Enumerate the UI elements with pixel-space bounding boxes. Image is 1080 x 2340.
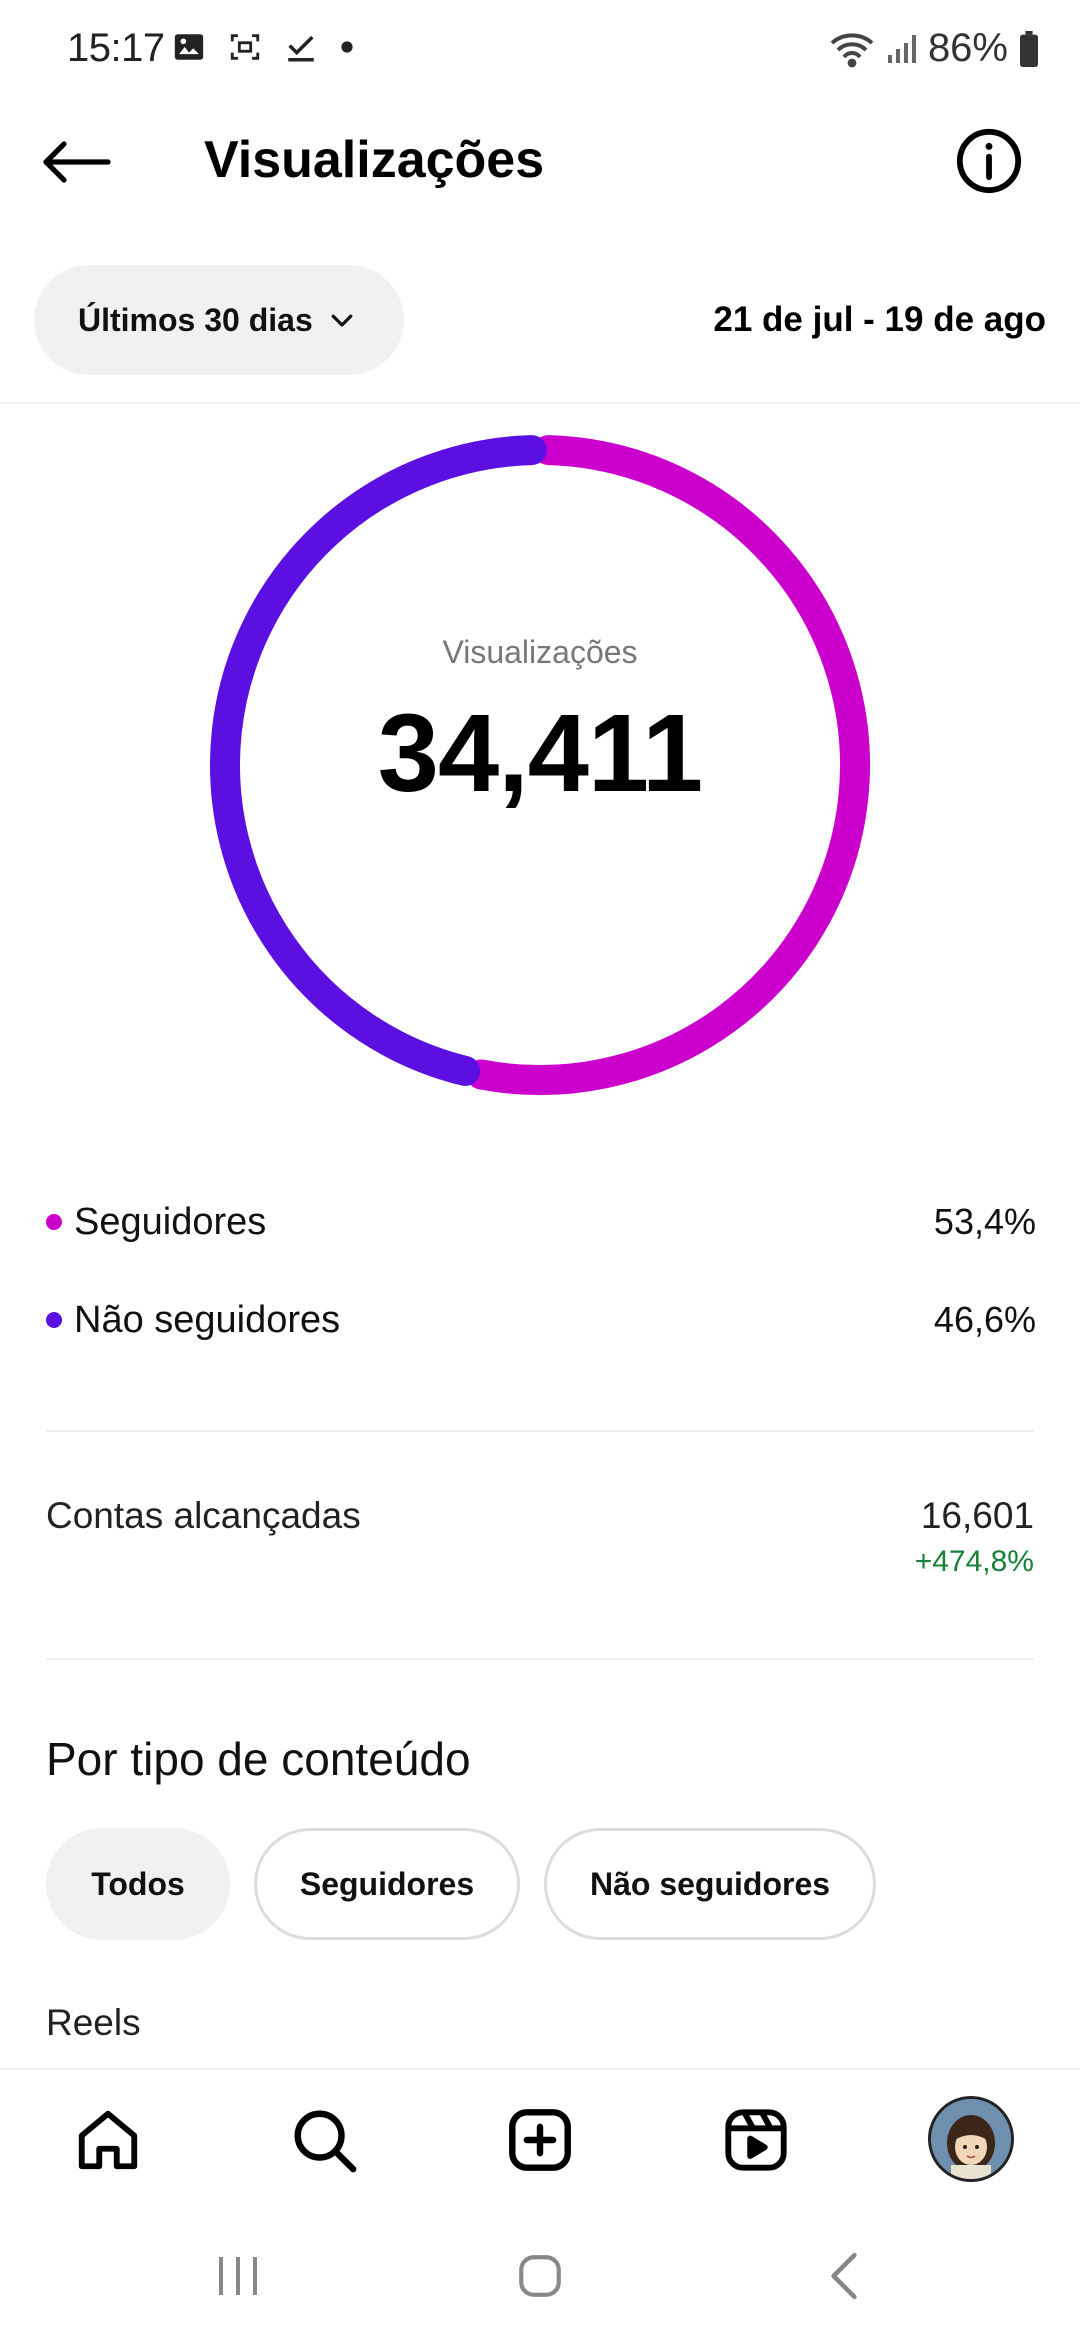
legend-dot-non-followers	[46, 1312, 62, 1328]
screenshot-icon	[230, 34, 260, 60]
accounts-reached-label: Contas alcançadas	[46, 1495, 361, 1536]
home-system-button[interactable]	[500, 2246, 580, 2306]
page-title: Visualizações	[204, 131, 545, 189]
chip-non-followers[interactable]: Não seguidores	[544, 1828, 876, 1940]
legend-label: Seguidores	[74, 1200, 267, 1243]
home-button-icon	[519, 2255, 561, 2297]
content-type-row-reels: Reels	[46, 2002, 141, 2043]
status-time: 15:17	[67, 26, 165, 70]
chip-all[interactable]: Todos	[46, 1828, 230, 1940]
dot-icon	[341, 41, 353, 53]
reels-icon	[725, 2109, 787, 2171]
back-button[interactable]	[40, 132, 120, 192]
signal-icon	[887, 34, 916, 63]
legend-row-followers: Seguidores 53,4%	[46, 1192, 1036, 1252]
legend-label: Não seguidores	[74, 1298, 341, 1341]
section-title-content-type: Por tipo de conteúdo	[46, 1733, 471, 1785]
wifi-icon	[830, 32, 874, 67]
status-bar: 15:17 86%	[0, 0, 1080, 100]
divider	[46, 1658, 1034, 1660]
divider	[0, 402, 1080, 404]
battery-icon	[1020, 30, 1038, 67]
legend-value: 53,4%	[933, 1201, 1036, 1242]
header: Visualizações	[0, 110, 1080, 210]
status-icons-left	[172, 30, 354, 64]
info-button[interactable]	[954, 126, 1024, 196]
back-icon	[831, 2252, 857, 2300]
status-icons-right: 86%	[828, 26, 1040, 71]
nav-search[interactable]	[284, 2100, 364, 2180]
search-icon	[294, 2110, 357, 2173]
legend-value: 46,6%	[933, 1299, 1036, 1340]
donut-center-label: Visualizações	[442, 634, 638, 670]
gallery-icon	[174, 34, 204, 60]
chip-followers[interactable]: Seguidores	[254, 1828, 520, 1940]
divider	[46, 1430, 1034, 1432]
create-icon	[509, 2109, 571, 2171]
back-system-button[interactable]	[804, 2246, 884, 2306]
system-navigation-bar	[0, 2210, 1080, 2340]
battery-percentage: 86%	[927, 26, 1008, 70]
date-range-dropdown[interactable]: Últimos 30 dias	[34, 265, 404, 375]
nav-home[interactable]	[68, 2100, 148, 2180]
accounts-reached-value: 16,601	[920, 1495, 1034, 1536]
arrow-left-icon	[43, 141, 111, 183]
chevron-down-icon	[331, 314, 353, 327]
accounts-reached-change: +474,8%	[914, 1545, 1034, 1578]
avatar-image	[931, 2099, 1011, 2179]
home-icon	[78, 2110, 138, 2170]
check-icon	[288, 35, 314, 62]
donut-center-value: 34,411	[377, 692, 703, 815]
info-icon	[956, 128, 1022, 194]
nav-reels[interactable]	[716, 2100, 796, 2180]
date-range-text: 21 de jul - 19 de ago	[713, 300, 1046, 339]
date-range-dropdown-label: Últimos 30 dias	[78, 301, 313, 338]
recents-icon	[219, 2257, 257, 2295]
legend-row-non-followers: Não seguidores 46,6%	[46, 1290, 1036, 1350]
nav-profile-avatar[interactable]	[928, 2096, 1014, 2182]
recents-button[interactable]	[198, 2246, 278, 2306]
bottom-navigation	[0, 2068, 1080, 2208]
legend-dot-followers	[46, 1214, 62, 1230]
nav-create[interactable]	[500, 2100, 580, 2180]
